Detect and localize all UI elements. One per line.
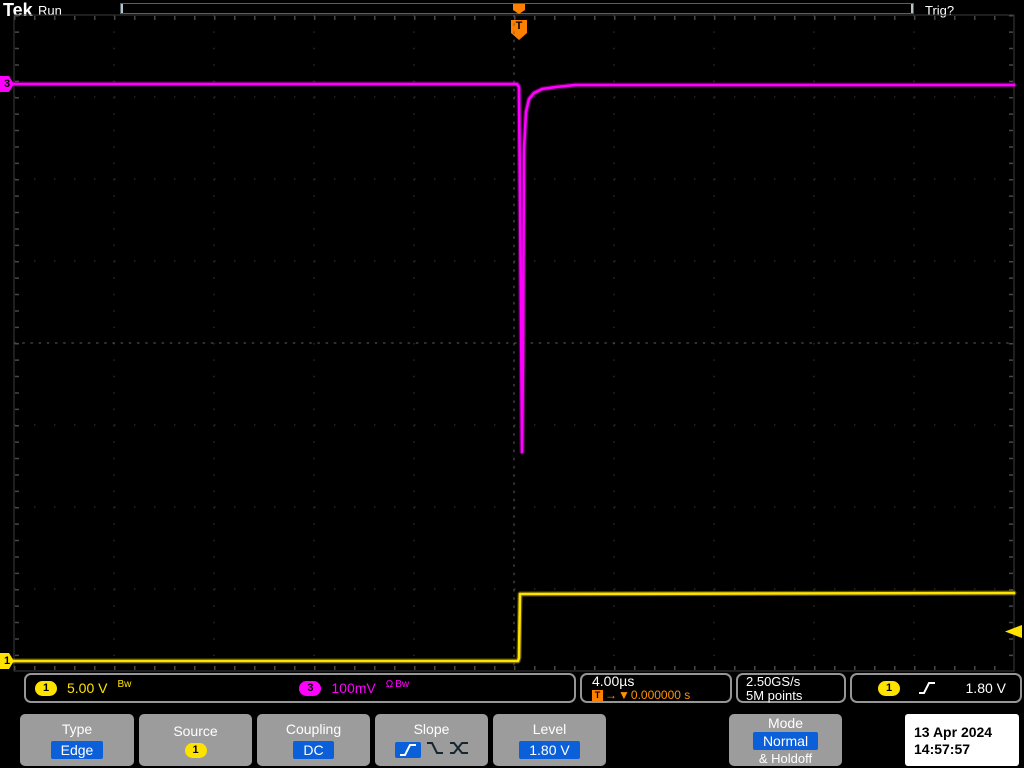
trigger-status: Trig? xyxy=(925,3,954,18)
ch3-ground-label: 3 xyxy=(4,78,10,90)
ch3-impedance-icon: Ω xyxy=(386,679,393,690)
ch3-bandwidth-icon: Bw xyxy=(395,679,409,690)
acquisition-status: Run xyxy=(38,3,62,18)
trigger-slope-button[interactable]: Slope xyxy=(375,714,488,766)
ch1-scale: 5.00 V xyxy=(67,680,107,696)
trigger-mode-button[interactable]: Mode Normal & Holdoff xyxy=(729,714,842,766)
trigger-coupling-button[interactable]: Coupling DC xyxy=(257,714,370,766)
type-label: Type xyxy=(62,721,92,737)
horizontal-readout-box: 4.00µs T → ▼ 0.000000 s xyxy=(580,673,732,703)
sample-rate-readout: 2.50GS/s xyxy=(746,674,800,689)
tek-logo: Tek xyxy=(3,0,33,21)
trigger-level-button[interactable]: Level 1.80 V xyxy=(493,714,606,766)
mode-label: Mode xyxy=(768,715,803,731)
trigger-source-badge: 1 xyxy=(878,681,900,696)
trigger-type-button[interactable]: Type Edge xyxy=(20,714,134,766)
mode-holdoff-label: & Holdoff xyxy=(759,751,812,766)
datetime-box: 13 Apr 2024 14:57:57 xyxy=(905,714,1019,766)
waveform-display xyxy=(0,0,1024,768)
slope-falling-icon[interactable] xyxy=(426,741,444,760)
trigger-t-icon: T xyxy=(511,20,527,33)
acquisition-readout-box: 2.50GS/s 5M points xyxy=(736,673,846,703)
source-channel-label: 1 xyxy=(192,744,198,756)
trigger-position-readout: 0.000000 s xyxy=(631,689,690,702)
ch1-badge-label: 1 xyxy=(43,682,49,694)
rising-slope-icon xyxy=(918,681,936,695)
slope-either-icon[interactable] xyxy=(449,741,469,760)
ch1-bandwidth-icon: Bw xyxy=(117,679,131,690)
ch3-scale: 100mV xyxy=(331,680,375,696)
trigger-position-marker: T xyxy=(511,20,527,40)
ch3-badge: 3 xyxy=(299,681,321,696)
record-length-readout: 5M points xyxy=(746,689,802,702)
slope-label: Slope xyxy=(414,721,450,737)
time-readout: 14:57:57 xyxy=(914,741,970,757)
trigger-t-mini-icon: T xyxy=(592,690,603,701)
mode-value[interactable]: Normal xyxy=(753,732,818,750)
coupling-value[interactable]: DC xyxy=(293,741,333,759)
trigger-source-button[interactable]: Source 1 xyxy=(139,714,252,766)
ch3-badge-label: 3 xyxy=(307,682,313,694)
level-value[interactable]: 1.80 V xyxy=(519,741,579,759)
record-view-bar xyxy=(120,3,914,14)
trigger-arrow-icon: → xyxy=(605,689,617,702)
trigger-source-label: 1 xyxy=(886,682,892,694)
ch3-ground-marker: 3 xyxy=(0,76,14,92)
trigger-ref-icon: ▼ xyxy=(618,689,630,702)
timebase-readout: 4.00µs xyxy=(592,674,634,689)
channel-readout-box: 1 5.00 V Bw 3 100mV Ω Bw xyxy=(24,673,576,703)
ch1-ground-marker: 1 xyxy=(0,653,14,669)
date-readout: 13 Apr 2024 xyxy=(914,724,992,740)
trigger-position-mini-marker xyxy=(513,4,525,14)
ch1-badge: 1 xyxy=(35,681,57,696)
ch1-ground-label: 1 xyxy=(4,655,10,667)
source-channel-badge[interactable]: 1 xyxy=(185,743,207,758)
type-value[interactable]: Edge xyxy=(51,741,104,759)
source-label: Source xyxy=(173,723,217,739)
slope-rising-icon[interactable] xyxy=(395,742,421,758)
coupling-label: Coupling xyxy=(286,721,341,737)
trigger-readout-box: 1 1.80 V xyxy=(850,673,1022,703)
level-label: Level xyxy=(533,721,566,737)
trigger-level-readout: 1.80 V xyxy=(966,680,1006,696)
trigger-level-marker xyxy=(1005,625,1022,638)
